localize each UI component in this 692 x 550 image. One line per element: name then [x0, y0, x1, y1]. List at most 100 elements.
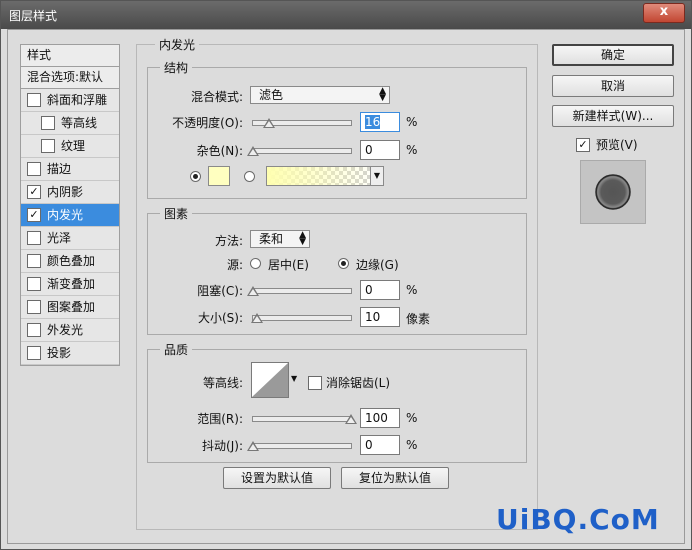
effect-checkbox[interactable] [27, 300, 41, 314]
action-panel: 确定 取消 新建样式(W)... ✓ 预览(V) [552, 44, 676, 244]
effect-label: 等高线 [61, 116, 98, 130]
choke-input[interactable]: 0 [360, 280, 400, 300]
effect-checkbox[interactable] [27, 254, 41, 268]
noise-slider[interactable] [247, 146, 352, 156]
range-slider-thumb[interactable] [345, 414, 357, 424]
method-value: 柔和 [259, 232, 284, 246]
effect-checkbox[interactable] [27, 231, 41, 245]
source-edge-label[interactable]: 边缘(G) [356, 256, 399, 273]
effect-label: 斜面和浮雕 [47, 93, 108, 107]
inner-glow-title: 内发光 [155, 36, 200, 53]
elements-title: 图素 [160, 205, 193, 222]
contour-dropdown-icon[interactable]: ▼ [291, 374, 297, 383]
updown-arrow-icon: ▲ ▼ [299, 230, 306, 247]
new-style-button[interactable]: 新建样式(W)... [552, 105, 674, 127]
effect-checkbox[interactable]: ✓ [27, 208, 41, 222]
contour-curve-icon [252, 363, 288, 397]
effect-item[interactable]: 光泽 [21, 227, 119, 250]
glow-color-swatch[interactable] [208, 166, 230, 186]
noise-slider-thumb[interactable] [247, 146, 259, 156]
effect-item[interactable]: 描边 [21, 158, 119, 181]
title-bar[interactable]: 图层样式 x [1, 1, 691, 29]
cancel-button[interactable]: 取消 [552, 75, 674, 97]
ok-button[interactable]: 确定 [552, 44, 674, 66]
opacity-label: 不透明度(O): [172, 116, 243, 130]
opacity-slider[interactable] [252, 118, 352, 128]
choke-slider[interactable] [247, 286, 352, 296]
effect-checkbox[interactable] [27, 323, 41, 337]
range-label: 范围(R): [197, 412, 243, 426]
source-edge-radio[interactable] [338, 258, 349, 269]
set-default-button[interactable]: 设置为默认值 [223, 467, 331, 489]
gradient-radio[interactable] [244, 171, 255, 182]
size-unit: 像素 [406, 312, 431, 326]
noise-input[interactable]: 0 [360, 140, 400, 160]
jitter-label: 抖动(J): [202, 439, 243, 453]
effect-item[interactable]: 渐变叠加 [21, 273, 119, 296]
effect-label: 颜色叠加 [47, 254, 96, 268]
preview-label[interactable]: 预览(V) [596, 136, 638, 153]
effect-checkbox[interactable] [41, 139, 55, 153]
range-slider[interactable] [252, 414, 357, 424]
effect-checkbox[interactable]: ✓ [27, 185, 41, 199]
structure-group: 结构 混合模式: 滤色 ▲ ▼ 不透明度(O): 16 % 杂色(N): 0 %… [147, 59, 527, 199]
effect-item[interactable]: 等高线 [21, 112, 119, 135]
size-slider[interactable] [250, 313, 352, 323]
antialias-label[interactable]: 消除锯齿(L) [326, 374, 390, 391]
effect-item[interactable]: 外发光 [21, 319, 119, 342]
inner-glow-group: 内发光 结构 混合模式: 滤色 ▲▼ 不透明度(O): 16 % 杂色(N): [136, 36, 538, 530]
jitter-slider[interactable] [247, 441, 352, 451]
styles-header[interactable]: 样式 [21, 45, 119, 67]
contour-picker[interactable] [251, 362, 289, 398]
effect-item[interactable]: 投影 [21, 342, 119, 365]
range-input[interactable]: 100 [360, 408, 400, 428]
chevron-down-icon[interactable]: ▼ [370, 167, 383, 185]
effect-checkbox[interactable] [27, 346, 41, 360]
effect-item[interactable]: 纹理 [21, 135, 119, 158]
noise-label: 杂色(N): [196, 144, 243, 158]
jitter-input[interactable]: 0 [360, 435, 400, 455]
solid-color-radio[interactable] [190, 171, 201, 182]
effect-label: 内阴影 [47, 185, 84, 199]
choke-slider-thumb[interactable] [247, 286, 259, 296]
source-center-label[interactable]: 居中(E) [268, 256, 309, 273]
size-label: 大小(S): [197, 311, 243, 325]
effect-label: 图案叠加 [47, 300, 96, 314]
method-select[interactable]: 柔和 ▲ ▼ [250, 230, 310, 248]
effect-item[interactable]: 颜色叠加 [21, 250, 119, 273]
choke-unit: % [406, 283, 418, 297]
source-center-radio[interactable] [250, 258, 261, 269]
reset-default-button[interactable]: 复位为默认值 [341, 467, 449, 489]
range-unit: % [406, 411, 418, 425]
close-icon: x [659, 4, 669, 19]
blend-mode-select[interactable]: 滤色 ▲ ▼ [250, 86, 390, 104]
opacity-unit: % [406, 115, 418, 129]
effect-item[interactable]: ✓ 内阴影 [21, 181, 119, 204]
effect-item[interactable]: 图案叠加 [21, 296, 119, 319]
effect-label: 描边 [47, 162, 72, 176]
choke-label: 阻塞(C): [197, 284, 243, 298]
gradient-picker[interactable]: ▼ [266, 166, 384, 186]
source-label: 源: [226, 258, 243, 272]
preview-checkbox[interactable]: ✓ [576, 138, 590, 152]
updown-arrow-icon: ▲ ▼ [379, 86, 386, 103]
quality-group: 品质 等高线: ▼ 消除锯齿(L) 范围(R): 100 % 抖动(J): 0 … [147, 341, 527, 463]
effect-checkbox[interactable] [27, 277, 41, 291]
effect-label: 外发光 [47, 323, 84, 337]
size-slider-thumb[interactable] [250, 313, 263, 323]
effect-checkbox[interactable] [41, 116, 55, 130]
effect-item[interactable]: 斜面和浮雕 [21, 89, 119, 112]
blending-options-item[interactable]: 混合选项:默认 [21, 67, 119, 89]
effect-checkbox[interactable] [27, 93, 41, 107]
size-input[interactable]: 10 [360, 307, 400, 327]
effect-checkbox[interactable] [27, 162, 41, 176]
opacity-slider-thumb[interactable] [262, 118, 275, 128]
jitter-unit: % [406, 438, 418, 452]
antialias-checkbox[interactable] [308, 376, 322, 390]
close-button[interactable]: x [643, 3, 685, 23]
opacity-input[interactable]: 16 [360, 112, 400, 132]
layer-style-dialog: 图层样式 x 样式 混合选项:默认 斜面和浮雕 等高线 纹理 描边 ✓ 内阴影 ✓ 内发光 光泽… [0, 0, 692, 550]
style-preview-thumbnail [580, 160, 646, 224]
effect-item[interactable]: ✓ 内发光 [21, 204, 119, 227]
jitter-slider-thumb[interactable] [247, 441, 259, 451]
